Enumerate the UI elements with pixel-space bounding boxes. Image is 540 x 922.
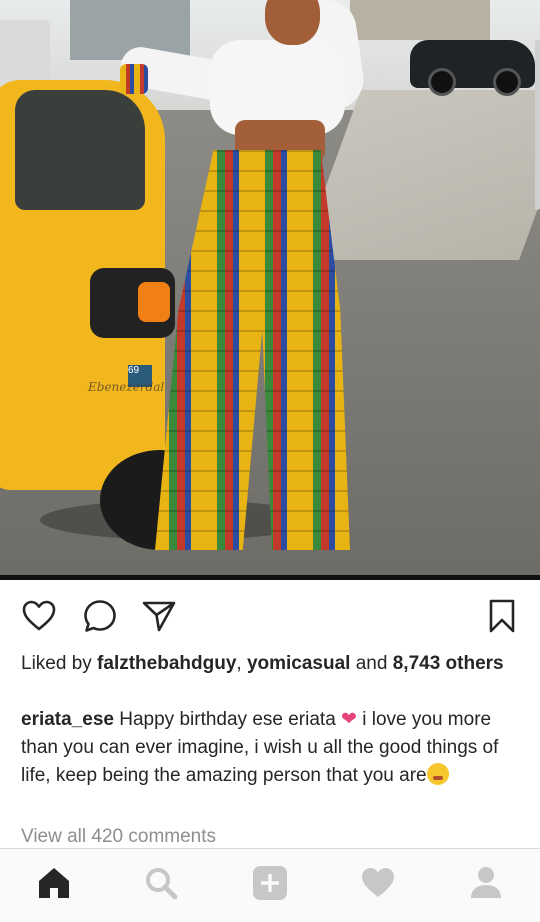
paper-plane-icon — [142, 601, 176, 632]
nav-activity-button[interactable] — [360, 865, 396, 901]
likes-others[interactable]: others — [440, 653, 504, 674]
liked-by-user-link[interactable]: yomicasual — [247, 653, 351, 674]
home-icon — [39, 868, 69, 898]
caption-username[interactable]: eriata_ese — [21, 709, 114, 730]
kissing-face-emoji-icon — [426, 763, 449, 785]
search-icon — [146, 868, 178, 900]
heart-outline-icon — [22, 600, 56, 631]
liked-by-user-link[interactable]: falzthebahdguy — [97, 653, 236, 674]
comment-button[interactable] — [82, 598, 118, 634]
share-button[interactable] — [141, 598, 177, 634]
caption-text: Happy birthday ese eriata — [113, 709, 342, 730]
photo-watermark: Ebenezerdal — [88, 380, 165, 394]
nav-add-post-button[interactable] — [252, 865, 288, 901]
likes-and: and — [350, 653, 393, 674]
like-button[interactable] — [21, 598, 57, 634]
likes-summary[interactable]: Liked by falzthebahdguy, yomicasual and … — [21, 650, 521, 678]
model-figure — [117, 0, 380, 560]
parked-car — [410, 40, 535, 96]
likes-separator: , — [236, 653, 247, 674]
likes-count[interactable]: 8,743 — [393, 653, 441, 674]
heart-emoji-icon: ❤ — [341, 709, 357, 730]
comment-bubble-icon — [84, 600, 116, 632]
nav-home-button[interactable] — [36, 865, 72, 901]
bottom-navigation — [0, 848, 540, 922]
post-photo[interactable]: 69 Ebenezerdal — [0, 0, 540, 575]
nav-search-button[interactable] — [143, 865, 179, 901]
add-post-icon — [253, 866, 287, 900]
heart-icon — [362, 868, 394, 897]
view-all-comments-link[interactable]: View all 420 comments — [21, 826, 216, 848]
bookmark-icon — [489, 599, 515, 633]
save-button[interactable] — [484, 598, 520, 634]
post-action-bar — [0, 580, 540, 650]
post-caption: eriata_ese Happy birthday ese eriata ❤ i… — [21, 706, 526, 790]
nav-profile-button[interactable] — [468, 865, 504, 901]
scroll-indicator — [535, 40, 540, 210]
profile-icon — [471, 867, 501, 898]
likes-prefix: Liked by — [21, 653, 98, 674]
